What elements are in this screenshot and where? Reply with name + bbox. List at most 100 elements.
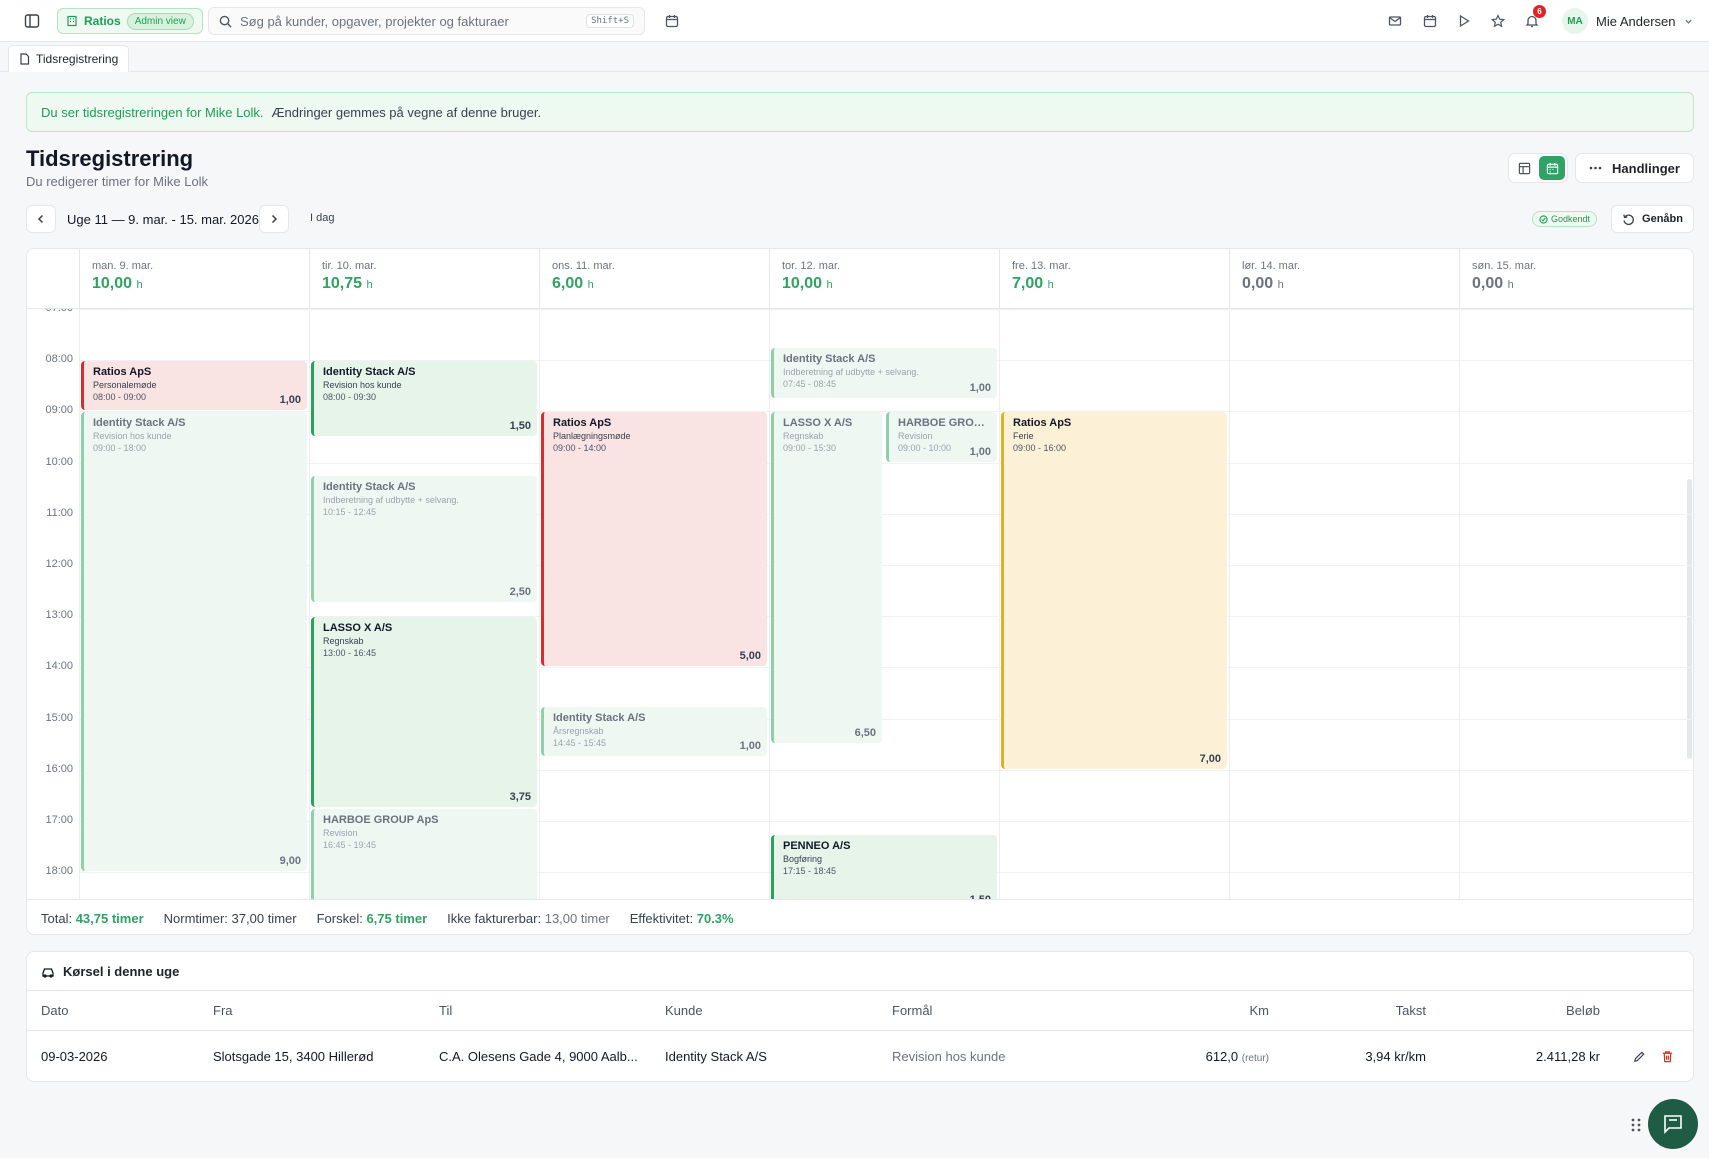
hour-gridline (79, 309, 1693, 310)
time-entry[interactable]: Identity Stack A/S Indberetning af udbytt… (311, 476, 537, 603)
col-rate: Takst (1395, 1003, 1426, 1018)
trash-icon[interactable] (1658, 1047, 1676, 1065)
row-rate: 3,94 kr/km (1365, 1049, 1426, 1064)
actions-button[interactable]: Handlinger (1575, 153, 1694, 183)
user-name: Mie Andersen (1596, 13, 1676, 29)
entry-client: Identity Stack A/S (553, 711, 646, 724)
reopen-button[interactable]: Genåbn (1611, 205, 1694, 233)
entry-task: Bogføring (783, 853, 823, 864)
hour-label: 11:00 (46, 506, 73, 519)
top-bar: Ratios Admin view Søg på kunder, opgaver… (0, 0, 1709, 42)
entry-client: Identity Stack A/S (323, 366, 416, 379)
chat-button[interactable] (1648, 1099, 1698, 1149)
more-icon (1589, 166, 1602, 170)
tab-tidsregistrering[interactable]: Tidsregistrering (8, 45, 130, 72)
hour-label: 13:00 (45, 609, 73, 622)
day-header: ons. 11. mar. 6,00 h (539, 249, 769, 309)
row-from: Slotsgade 15, 3400 Hillerød (213, 1049, 374, 1064)
approved-label: Godkendt (1551, 214, 1591, 224)
entry-time: 08:00 - 09:00 (93, 392, 147, 403)
play-icon[interactable] (1452, 9, 1476, 33)
week-label: Uge 11 — 9. mar. - 15. mar. 2026 (67, 212, 259, 227)
user-menu[interactable]: MA Mie Andersen (1562, 7, 1693, 35)
global-search[interactable]: Søg på kunder, opgaver, projekter og fak… (208, 7, 645, 35)
hour-label: 07:00 (27, 309, 73, 314)
day-total: 7,00 h (1012, 275, 1054, 292)
day-header: man. 9. mar. 10,00 h (79, 249, 309, 309)
calendar-icon[interactable] (660, 9, 684, 33)
time-entry[interactable]: Identity Stack A/S Indberetning af udbytt… (771, 348, 997, 398)
entry-task: Revision hos kunde (323, 380, 402, 391)
col-from: Fra (213, 1003, 233, 1018)
day-total: 10,00 h (92, 275, 143, 292)
today-button[interactable]: I dag (310, 212, 334, 224)
time-entry[interactable]: HARBOE GROUP ApSRevision16:45 - 19:453,0… (311, 809, 537, 899)
entry-client: LASSO X A/S (783, 417, 853, 430)
col-date: Dato (41, 1003, 69, 1018)
star-icon[interactable] (1486, 9, 1510, 33)
entry-time: 09:00 - 14:00 (553, 443, 607, 454)
calendar-icon (1546, 162, 1558, 174)
table-view-button[interactable] (1511, 156, 1537, 180)
entry-task: Revision (323, 828, 358, 839)
entry-time: 08:00 - 09:30 (323, 392, 377, 403)
summary-norm: Normtimer: 37,00 timer (163, 910, 297, 926)
entry-hours: 1,00 (739, 739, 761, 752)
time-entry[interactable]: Ratios ApS Planlægningsmøde 09:00 - 14:00 5… (541, 412, 767, 667)
time-entry[interactable]: Identity Stack A/S Årsregnskab 14:45 - 15:… (541, 706, 767, 756)
time-entry[interactable]: LASSO X A/S Regnskab 09:00 - 15:30 6,50 (771, 412, 882, 744)
day-name: tor. 12. mar. (782, 260, 841, 272)
day-column-divider (539, 309, 540, 899)
workspace-switcher[interactable]: Ratios Admin view (57, 8, 203, 34)
day-header: tor. 12. mar. 10,00 h (769, 249, 999, 309)
driving-title: Kørsel i denne uge (41, 964, 179, 979)
col-amount: Beløb (1566, 1003, 1600, 1018)
week-summary: Total: 43,75 timer Normtimer: 37,00 time… (27, 899, 1693, 934)
day-header: fre. 13. mar. 7,00 h (999, 249, 1229, 309)
time-entry[interactable]: LASSO X A/S Regnskab 13:00 - 16:45 3,75 (311, 617, 537, 808)
calendar-grid[interactable]: 07:00 08:00 09:00 10:00 11:00 12:00 13:00 14:00… (27, 309, 1693, 899)
hour-label: 14:00 (45, 660, 73, 673)
notification-count: 6 (1533, 5, 1546, 18)
chevron-right-icon (271, 214, 278, 224)
hour-label: 15:00 (45, 711, 73, 724)
entry-time: 09:00 - 16:00 (1013, 443, 1067, 454)
entry-client: Identity Stack A/S (93, 417, 186, 430)
admin-view-badge: Admin view (126, 12, 194, 30)
prev-week-button[interactable] (26, 205, 56, 233)
entry-task: Planlægningsmøde (553, 431, 631, 442)
next-week-button[interactable] (259, 205, 289, 233)
reopen-label: Genåbn (1642, 213, 1683, 225)
row-date: 09-03-2026 (41, 1049, 108, 1064)
entry-task: Regnskab (783, 431, 824, 442)
drag-handle-icon[interactable] (1630, 1116, 1644, 1134)
time-entry[interactable]: PENNEO A/SBogføring17:15 - 18:451,50 (771, 834, 997, 899)
calendar-icon[interactable] (1418, 9, 1442, 33)
time-entry[interactable]: Ratios ApS Personalemøde 08:00 - 09:00 1,00 (81, 361, 307, 411)
calendar-scrollbar[interactable] (1687, 479, 1692, 759)
tab-label: Tidsregistrering (36, 52, 119, 66)
day-name: lør. 14. mar. (1242, 260, 1301, 272)
time-entry[interactable]: Ratios ApS Ferie 09:00 - 16:00 7,00 (1001, 412, 1227, 769)
mail-icon[interactable] (1383, 9, 1407, 33)
banner-highlight: Du ser tidsregistreringen for Mike Lolk. (41, 104, 264, 120)
edit-icon[interactable] (1630, 1047, 1648, 1065)
entry-task: Personalemøde (93, 380, 157, 391)
entry-task: Indberetning af udbytte + selvang. (783, 367, 919, 378)
bell-icon[interactable]: 6 (1520, 5, 1546, 33)
actions-label: Handlinger (1612, 160, 1680, 176)
day-column-divider (1229, 309, 1230, 899)
calendar-view-button[interactable] (1539, 156, 1565, 180)
time-entry[interactable]: Identity Stack A/S Revision hos kunde 09:0… (81, 412, 307, 872)
entry-time: 16:45 - 19:45 (323, 840, 377, 851)
sidebar-toggle-icon[interactable] (20, 9, 44, 33)
day-total: 6,00 h (552, 275, 594, 292)
chevron-left-icon (37, 214, 44, 224)
entry-client: PENNEO A/S (783, 839, 851, 852)
col-client: Kunde (665, 1003, 703, 1018)
hour-gridline (79, 462, 1693, 464)
entry-task: Årsregnskab (553, 725, 604, 736)
entry-time: 07:45 - 08:45 (783, 379, 837, 390)
time-entry[interactable]: HARBOE GROUP ApSRevision09:00 - 10:001,0… (886, 412, 997, 462)
time-entry[interactable]: Identity Stack A/S Revision hos kunde 08:0… (311, 361, 537, 436)
